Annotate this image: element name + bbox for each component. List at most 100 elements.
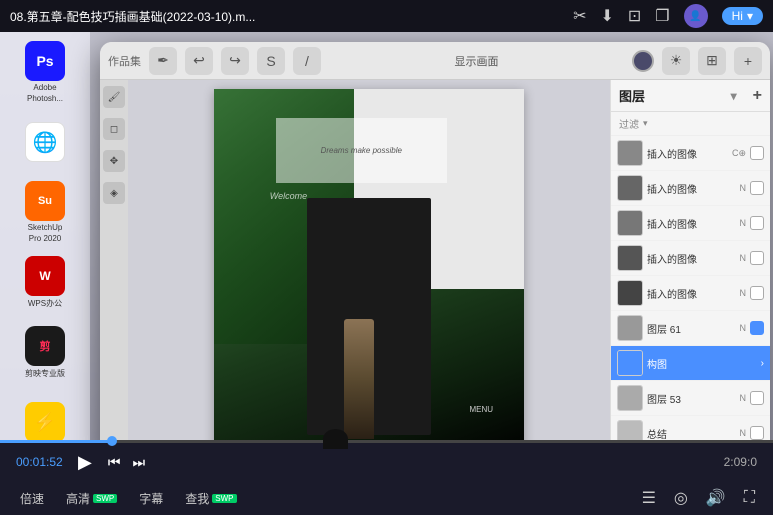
target-button[interactable]: ◎ [666, 484, 696, 512]
speed-label: 倍速 [20, 490, 44, 507]
app-icon-wps[interactable]: W WPS办公 [13, 250, 77, 314]
layers-title: 图层 [619, 86, 731, 105]
app-icon-ps[interactable]: Ps Adobe Photosh... [13, 40, 77, 104]
fullscreen-button[interactable]: ⛶ [736, 485, 763, 511]
ipad-window: 作品集 ✒ ↩ ↪ S / 显示画面 ☀ ⊞ + 🖌 ◻ ✥ [100, 42, 770, 462]
subtitle-button[interactable]: 字幕 [129, 486, 173, 511]
layer-thumbnail [617, 210, 643, 236]
toolbar-color-circle[interactable] [632, 50, 654, 72]
app-icon-chrome[interactable]: 🌐 [13, 110, 77, 174]
toolbar-undo[interactable]: ↩ [185, 47, 213, 75]
tool-transform[interactable]: ✥ [103, 150, 125, 172]
layer-visibility-check[interactable] [750, 286, 764, 300]
layer-item[interactable]: 插入的图像C⊕ [611, 136, 770, 171]
chawo-button[interactable]: 查我 SWP [175, 486, 246, 511]
layer-name: 总结 [647, 426, 736, 441]
layer-name: 构图 [647, 356, 757, 371]
toolbar-pen[interactable]: ✒ [149, 47, 177, 75]
layer-mode: N [740, 323, 747, 333]
hd-badge: SWP [93, 494, 117, 503]
toolbar-slash[interactable]: / [293, 47, 321, 75]
top-bar-controls: ✂ ⬇ ⊡ ❐ 👤 Hi ▾ [573, 4, 763, 28]
toolbar-layers[interactable]: ⊞ [698, 47, 726, 75]
hd-label: 高清 [66, 490, 90, 507]
hi-button[interactable]: Hi ▾ [722, 7, 763, 25]
artwork: Dreams make possible Welcome MENU [214, 89, 524, 454]
toolbar-brightness[interactable]: ☀ [662, 47, 690, 75]
layer-mode: N [740, 218, 747, 228]
layer-name: 图层 61 [647, 321, 736, 336]
copy-icon[interactable]: ❐ [655, 6, 669, 26]
layers-list: 插入的图像C⊕插入的图像N插入的图像N插入的图像N插入的图像N图层 61N构图›… [611, 136, 770, 462]
prev-button[interactable]: ⏮ [102, 454, 127, 471]
layers-filter: 过滤 ▾ [611, 112, 770, 136]
layer-mode: N [740, 183, 747, 193]
ipad-toolbar: 作品集 ✒ ↩ ↪ S / 显示画面 ☀ ⊞ + [100, 42, 770, 80]
crop-icon[interactable]: ⊡ [628, 6, 641, 26]
layer-visibility-check[interactable] [750, 251, 764, 265]
layer-item[interactable]: 图层 53N [611, 381, 770, 416]
video-container: 08.第五章-配色技巧插画基础(2022-03-10).m... ✂ ⬇ ⊡ ❐… [0, 0, 773, 515]
layers-collapse-icon[interactable]: ▾ [731, 89, 737, 103]
layer-item[interactable]: 插入的图像N [611, 171, 770, 206]
layer-thumbnail [617, 175, 643, 201]
speed-button[interactable]: 倍速 [10, 486, 54, 511]
tool-brush[interactable]: 🖌 [103, 86, 125, 108]
layer-thumbnail [617, 245, 643, 271]
play-button[interactable]: ▶ [68, 452, 102, 473]
app-icon-jianying[interactable]: 剪 剪映专业版 [13, 320, 77, 384]
video-main: Ps Adobe Photosh... 🌐 Su SketchUp Pro 20… [0, 32, 773, 470]
layer-item[interactable]: 插入的图像 N [611, 206, 770, 241]
canvas-frame: Dreams make possible Welcome MENU [214, 89, 524, 454]
bottom-controls: 00:01:52 ▶ ⏮ ⏭ 2:09:0 倍速 高清 SWP 字幕 查我 SW… [0, 440, 773, 515]
layer-visibility-check[interactable] [750, 426, 764, 440]
volume-button[interactable]: 🔊 [698, 484, 734, 512]
top-bar: 08.第五章-配色技巧插画基础(2022-03-10).m... ✂ ⬇ ⊡ ❐… [0, 0, 773, 32]
layers-panel: 图层 ▾ + 过滤 ▾ 插入的图像C⊕插入的图像N插入的图像N插入的图像N插入的… [610, 80, 770, 462]
subtitle-label: 字幕 [139, 490, 163, 507]
left-tool-panel: 🖌 ◻ ✥ ◈ [100, 80, 128, 462]
tool-adjust[interactable]: ◈ [103, 182, 125, 204]
hd-button[interactable]: 高清 SWP [56, 486, 127, 511]
layer-name: 图层 53 [647, 391, 736, 406]
layers-plus-btn[interactable]: + [753, 87, 762, 105]
toolbar-plus[interactable]: + [734, 47, 762, 75]
layer-item[interactable]: 插入的图像N [611, 276, 770, 311]
chawo-badge: SWP [212, 494, 236, 503]
chawo-label: 查我 [185, 490, 209, 507]
toolbar-s[interactable]: S [257, 47, 285, 75]
layer-name: 插入的图像 [647, 146, 728, 161]
layer-item[interactable]: 构图 › [611, 346, 770, 381]
layer-mode: N [740, 253, 747, 263]
layer-item[interactable]: 插入的图像 N [611, 241, 770, 276]
layer-visibility-check[interactable] [750, 181, 764, 195]
filter-chevron: ▾ [643, 118, 648, 129]
layer-name: 插入的图像 [647, 251, 736, 266]
next-button[interactable]: ⏭ [126, 454, 151, 471]
video-title: 08.第五章-配色技巧插画基础(2022-03-10).m... [10, 8, 573, 25]
layer-thumbnail [617, 280, 643, 306]
layer-chevron-icon: › [761, 358, 764, 369]
layer-mode: N [740, 428, 747, 438]
progress-dot [107, 436, 117, 446]
layer-visibility-check[interactable] [750, 146, 764, 160]
layer-name: 插入的图像 [647, 286, 736, 301]
layer-name: 插入的图像 [647, 216, 736, 231]
layer-item[interactable]: 图层 61 N [611, 311, 770, 346]
layer-visibility-check[interactable] [750, 216, 764, 230]
ipad-content: 🖌 ◻ ✥ ◈ [100, 80, 770, 462]
scissors-icon[interactable]: ✂ [573, 6, 586, 26]
progress-bar[interactable] [0, 440, 773, 443]
avatar: 👤 [684, 4, 708, 28]
layer-visibility-check[interactable] [750, 321, 764, 335]
app-icon-sketchup[interactable]: Su SketchUp Pro 2020 [13, 180, 77, 244]
playback-controls: 00:01:52 ▶ ⏮ ⏭ 2:09:0 [0, 443, 773, 481]
layer-visibility-check[interactable] [750, 391, 764, 405]
playlist-button[interactable]: ☰ [634, 484, 664, 512]
download-icon[interactable]: ⬇ [600, 6, 613, 26]
canvas-area: Dreams make possible Welcome MENU [128, 80, 610, 462]
filter-label: 过滤 [619, 116, 639, 131]
toolbar-redo[interactable]: ↪ [221, 47, 249, 75]
tool-select[interactable]: ◻ [103, 118, 125, 140]
bottom-actions: 倍速 高清 SWP 字幕 查我 SWP ☰ ◎ 🔊 ⛶ [0, 481, 773, 515]
